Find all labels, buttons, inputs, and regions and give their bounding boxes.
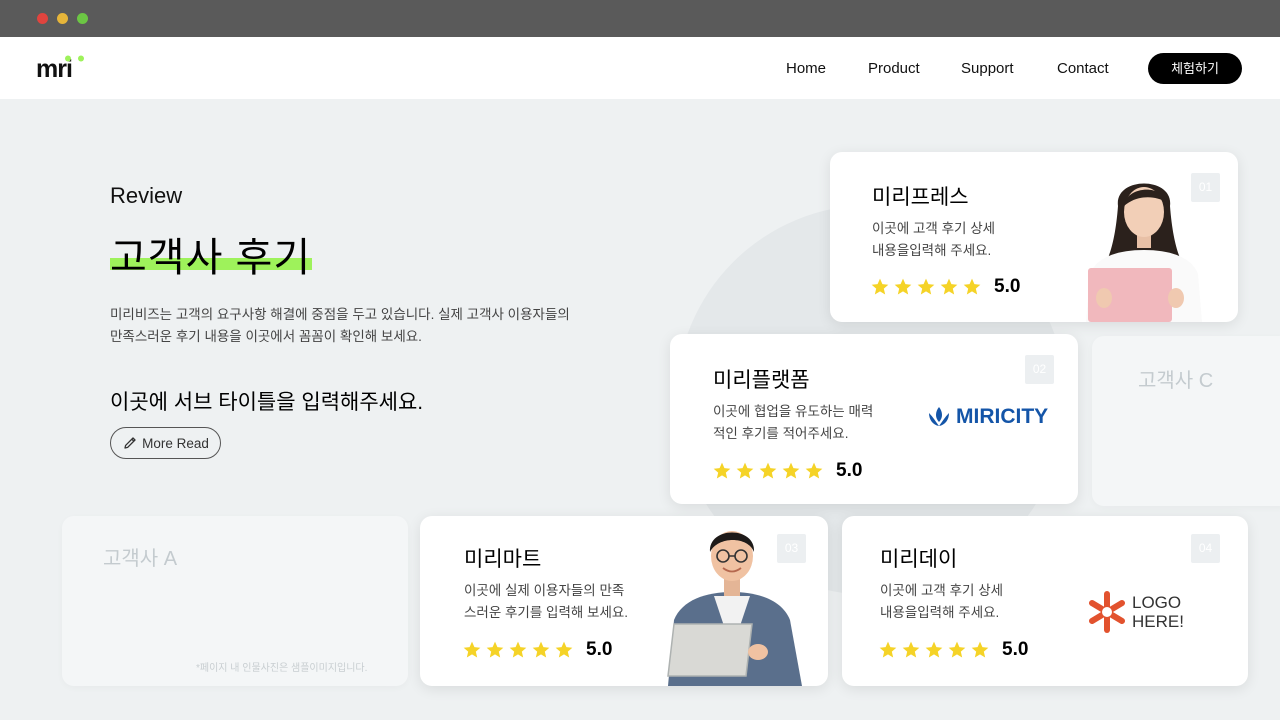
star-icon — [971, 641, 989, 658]
star-icon — [759, 462, 777, 479]
card-text-line-2: 내용을입력해 주세요. — [872, 243, 992, 258]
nav-product[interactable]: Product — [868, 60, 920, 77]
star-icon — [782, 462, 800, 479]
asterisk-logo-icon — [1089, 591, 1125, 633]
lotus-icon — [929, 407, 949, 426]
card-text-line-2: 스러운 후기를 입력해 보세요. — [464, 605, 629, 620]
star-icon — [917, 278, 935, 295]
ghost-card-c-label: 고객사 C — [1138, 370, 1214, 392]
logo-here-text: LOGO HERE! — [1132, 593, 1184, 631]
card-title: 미리프레스 — [872, 186, 969, 209]
section-eyebrow: Review — [110, 183, 183, 208]
logo-line-2: HERE! — [1132, 612, 1184, 631]
card-title: 미리데이 — [880, 548, 958, 571]
nav-contact[interactable]: Contact — [1057, 60, 1109, 77]
man-photo — [667, 531, 802, 686]
pencil-icon — [124, 437, 136, 449]
star-icon — [486, 641, 504, 658]
trial-button[interactable]: 체험하기 — [1148, 53, 1242, 84]
star-rating: 5.0 — [462, 639, 612, 661]
star-icon — [805, 462, 823, 479]
page-title: 고객사 후기 — [110, 236, 312, 280]
more-read-label: More Read — [142, 435, 209, 451]
card-number: 04 — [1191, 534, 1220, 563]
card-text: 이곳에 협업을 유도하는 매력 적인 후기를 적어주세요. — [713, 401, 873, 445]
logo-here-placeholder: LOGO HERE! — [1088, 590, 1184, 634]
nav-support[interactable]: Support — [961, 60, 1014, 77]
section-description: 미리비즈는 고객의 요구사항 해결에 중점을 두고 있습니다. 실제 고객사 이… — [110, 304, 610, 348]
card-text-line-1: 이곳에 고객 후기 상세 — [880, 583, 1004, 598]
star-icon — [713, 462, 731, 479]
card-text: 이곳에 실제 이용자들의 만족 스러운 후기를 입력해 보세요. — [464, 580, 628, 624]
review-card-02[interactable]: 02 미리플랫폼 이곳에 협업을 유도하는 매력 적인 후기를 적어주세요. 5… — [670, 334, 1078, 504]
card-text-line-1: 이곳에 협업을 유도하는 매력 — [713, 404, 874, 419]
description-line-1: 미리비즈는 고객의 요구사항 해결에 중점을 두고 있습니다. 실제 고객사 이… — [110, 307, 570, 322]
star-icon — [555, 641, 573, 658]
star-icon — [532, 641, 550, 658]
card-text-line-1: 이곳에 고객 후기 상세 — [872, 221, 996, 236]
rating-score: 5.0 — [994, 276, 1021, 297]
logo-line-1: LOGO — [1132, 593, 1182, 612]
star-rating: 5.0 — [878, 639, 1028, 661]
minimize-window-dot[interactable] — [57, 13, 68, 24]
star-icon — [879, 641, 897, 658]
more-read-button[interactable]: More Read — [110, 427, 221, 459]
rating-score: 5.0 — [836, 460, 863, 481]
card-title: 미리마트 — [464, 548, 542, 571]
review-card-01[interactable]: 01 미리프레스 이곳에 고객 후기 상세 내용을입력해 주세요. 5.0 — [830, 152, 1238, 322]
section-subtitle: 이곳에 서브 타이틀을 입력해주세요. — [110, 391, 424, 414]
ghost-card-c — [1092, 336, 1280, 506]
star-icon — [736, 462, 754, 479]
review-card-03[interactable]: 03 미리마트 이곳에 실제 이용자들의 만족 스러운 후기를 입력해 보세요.… — [420, 516, 828, 686]
woman-photo — [1086, 183, 1202, 322]
nav-home[interactable]: Home — [786, 60, 826, 77]
mri-logo[interactable]: mri — [36, 54, 90, 82]
star-icon — [925, 641, 943, 658]
description-line-2: 만족스러운 후기 내용을 이곳에서 꼼꼼이 확인해 보세요. — [110, 329, 422, 344]
rating-score: 5.0 — [586, 639, 613, 660]
card-title: 미리플랫폼 — [713, 369, 810, 392]
miricity-logo: MIRICITY — [926, 404, 1048, 430]
maximize-window-dot[interactable] — [77, 13, 88, 24]
star-icon — [509, 641, 527, 658]
star-rating: 5.0 — [870, 276, 1020, 298]
star-icon — [463, 641, 481, 658]
browser-title-bar — [0, 0, 1280, 37]
star-icon — [894, 278, 912, 295]
ghost-card-a-label: 고객사 A — [103, 548, 178, 570]
star-icon — [963, 278, 981, 295]
card-text-line-1: 이곳에 실제 이용자들의 만족 — [464, 583, 625, 598]
rating-score: 5.0 — [1002, 639, 1029, 660]
review-card-04[interactable]: 04 미리데이 이곳에 고객 후기 상세 내용을입력해 주세요. 5.0 LOG… — [842, 516, 1248, 686]
star-icon — [940, 278, 958, 295]
card-text-line-2: 내용을입력해 주세요. — [880, 605, 1000, 620]
logo-wordmark: MIRICITY — [956, 405, 1049, 428]
card-number: 02 — [1025, 355, 1054, 384]
star-rating: 5.0 — [712, 460, 862, 482]
card-text: 이곳에 고객 후기 상세 내용을입력해 주세요. — [872, 218, 995, 262]
card-text: 이곳에 고객 후기 상세 내용을입력해 주세요. — [880, 580, 1003, 624]
star-icon — [902, 641, 920, 658]
close-window-dot[interactable] — [37, 13, 48, 24]
photo-disclaimer: *페이지 내 인물사진은 샘플이미지입니다. — [196, 663, 368, 674]
star-icon — [871, 278, 889, 295]
card-text-line-2: 적인 후기를 적어주세요. — [713, 426, 849, 441]
star-icon — [948, 641, 966, 658]
